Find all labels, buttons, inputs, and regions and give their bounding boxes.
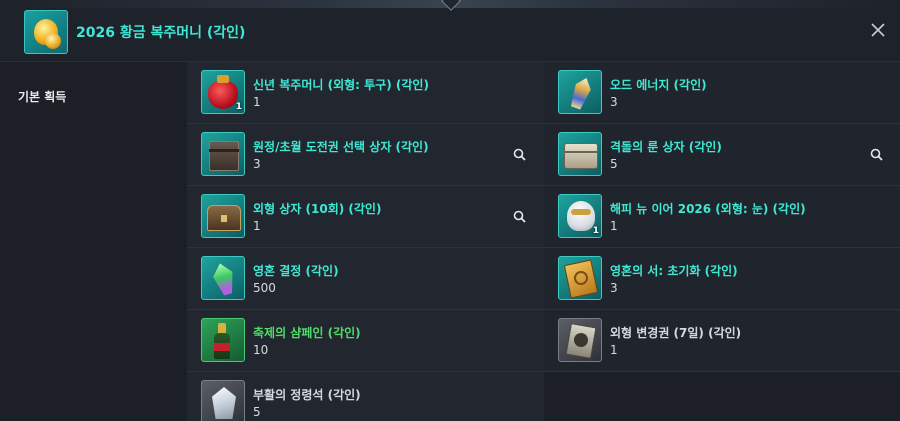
reward-item[interactable]: 외형 상자 (10회) (각인) 1 [187, 186, 544, 248]
search-icon [513, 210, 526, 223]
golden-pouch-icon [24, 10, 68, 54]
reward-item[interactable]: 1 해피 뉴 이어 2026 (외형: 눈) (각인) 1 [544, 186, 900, 248]
mask-icon: 1 [558, 194, 602, 238]
item-count: 5 [610, 157, 618, 171]
item-count: 1 [253, 95, 261, 109]
item-name: 외형 변경권 (7일) (각인) [610, 326, 742, 340]
item-name: 신년 복주머니 (외형: 투구) (각인) [253, 78, 429, 92]
reward-list: 1 신년 복주머니 (외형: 투구) (각인) 1 오드 에너지 (각인) 3 … [187, 62, 900, 421]
search-button[interactable] [512, 209, 528, 225]
book-icon [558, 256, 602, 300]
item-count: 5 [253, 405, 261, 419]
champagne-icon [201, 318, 245, 362]
close-button[interactable] [866, 18, 890, 42]
reward-item[interactable]: 영혼의 서: 초기화 (각인) 3 [544, 248, 900, 310]
empty-slot [544, 372, 900, 421]
close-icon [871, 23, 885, 37]
soul-crystal-icon [201, 256, 245, 300]
spirit-stone-icon [201, 380, 245, 421]
item-count: 10 [253, 343, 269, 357]
reward-item[interactable]: 원정/초월 도전권 선택 상자 (각인) 3 [187, 124, 544, 186]
item-count: 1 [610, 343, 618, 357]
item-count: 1 [610, 219, 618, 233]
item-name: 오드 에너지 (각인) [610, 78, 707, 92]
item-name: 영혼 결정 (각인) [253, 264, 339, 278]
crystal-icon [558, 70, 602, 114]
search-button[interactable] [512, 147, 528, 163]
item-name: 축제의 샴페인 (각인) [253, 326, 361, 340]
item-badge: 1 [235, 102, 242, 112]
dark-box-icon [201, 132, 245, 176]
dialog-title: 2026 황금 복주머니 (각인) [76, 25, 246, 41]
item-name: 해피 뉴 이어 2026 (외형: 눈) (각인) [610, 202, 806, 216]
reward-item[interactable]: 영혼 결정 (각인) 500 [187, 248, 544, 310]
search-icon [870, 148, 883, 161]
reward-item[interactable]: 부활의 정령석 (각인) 5 [187, 372, 544, 421]
item-name: 영혼의 서: 초기화 (각인) [610, 264, 738, 278]
item-count: 1 [253, 219, 261, 233]
reward-item[interactable]: 외형 변경권 (7일) (각인) 1 [544, 310, 900, 372]
item-count: 500 [253, 281, 276, 295]
item-name: 격돌의 룬 상자 (각인) [610, 140, 722, 154]
item-name: 원정/초월 도전권 선택 상자 (각인) [253, 140, 429, 154]
item-badge: 1 [592, 226, 599, 236]
item-count: 3 [610, 281, 618, 295]
search-button[interactable] [869, 147, 885, 163]
item-name: 외형 상자 (10회) (각인) [253, 202, 382, 216]
reward-item[interactable]: 격돌의 룬 상자 (각인) 5 [544, 124, 900, 186]
search-icon [513, 148, 526, 161]
reward-item[interactable]: 1 신년 복주머니 (외형: 투구) (각인) 1 [187, 62, 544, 124]
item-name: 부활의 정령석 (각인) [253, 388, 361, 402]
treasure-chest-icon [201, 194, 245, 238]
ticket-icon [558, 318, 602, 362]
red-pouch-icon: 1 [201, 70, 245, 114]
section-label-basic: 기본 획득 [18, 90, 67, 104]
item-count: 3 [253, 157, 261, 171]
item-count: 3 [610, 95, 618, 109]
reward-item[interactable]: 오드 에너지 (각인) 3 [544, 62, 900, 124]
reward-item[interactable]: 축제의 샴페인 (각인) 10 [187, 310, 544, 372]
chest-icon [558, 132, 602, 176]
